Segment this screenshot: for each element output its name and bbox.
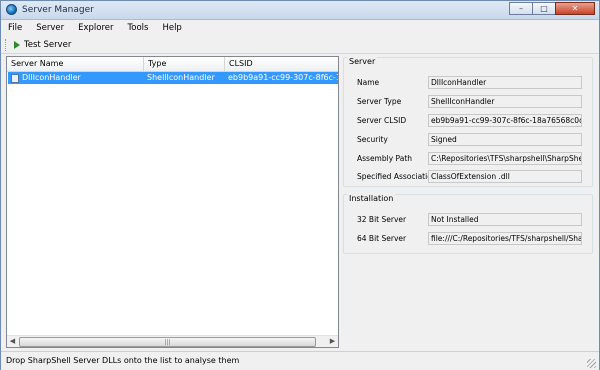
maximize-button[interactable]: □: [532, 2, 556, 15]
menu-help[interactable]: Help: [155, 23, 188, 33]
field-value[interactable]: ShellIconHandler: [428, 95, 582, 108]
server-manager-window: Server Manager – □ ✕ File Server Explore…: [0, 0, 600, 370]
field-label: Server CLSID: [357, 116, 407, 125]
field-64bit-server: 64 Bit Server file:///C:/Repositories/TF…: [344, 231, 592, 246]
field-32bit-server: 32 Bit Server Not Installed: [344, 212, 592, 227]
server-name-text: DllIconHandler: [22, 73, 81, 82]
play-icon: [14, 41, 20, 49]
field-label: Specified Associations: [357, 172, 441, 181]
menu-tools[interactable]: Tools: [121, 23, 156, 33]
field-value[interactable]: file:///C:/Repositories/TFS/sharpshell/S…: [428, 232, 582, 245]
grip-lines-icon: |||: [164, 339, 171, 346]
list-row-selected[interactable]: DllIconHandler ShellIconHandler eb9b9a91…: [8, 72, 338, 84]
cell-clsid: eb9b9a91-cc99-307c-8f6c-18a765: [228, 73, 338, 82]
window-controls: – □ ✕: [509, 2, 595, 16]
close-button[interactable]: ✕: [555, 2, 595, 15]
field-label: 64 Bit Server: [357, 234, 407, 243]
field-assembly-path: Assembly Path C:\Repositories\TFS\sharps…: [344, 151, 592, 166]
status-bar: Drop SharpShell Server DLLs onto the lis…: [1, 351, 599, 370]
field-server-type: Server Type ShellIconHandler: [344, 94, 592, 109]
scroll-right-icon[interactable]: ▶: [327, 336, 338, 347]
field-specified-associations: Specified Associations ClassOfExtension …: [344, 169, 592, 184]
cell-server-name: DllIconHandler: [8, 72, 144, 84]
installation-group: Installation 32 Bit Server Not Installed…: [343, 194, 593, 254]
horizontal-scrollbar[interactable]: ◀ ||| ▶: [7, 335, 338, 347]
scrollbar-thumb[interactable]: |||: [19, 337, 316, 347]
test-server-button[interactable]: Test Server: [14, 40, 71, 50]
column-header-type[interactable]: Type: [144, 57, 225, 71]
field-value[interactable]: ClassOfExtension .dll: [428, 170, 582, 183]
status-text: Drop SharpShell Server DLLs onto the lis…: [6, 356, 240, 365]
resize-grip-icon[interactable]: [587, 359, 596, 368]
field-server-clsid: Server CLSID eb9b9a91-cc99-307c-8f6c-18a…: [344, 113, 592, 128]
field-value[interactable]: DllIconHandler: [428, 76, 582, 89]
field-value[interactable]: C:\Repositories\TFS\sharpshell\SharpShel…: [428, 152, 582, 165]
minimize-button[interactable]: –: [509, 2, 533, 15]
field-value[interactable]: Not Installed: [428, 213, 582, 226]
title-bar[interactable]: Server Manager – □ ✕: [1, 1, 599, 20]
column-header-clsid[interactable]: CLSID: [225, 57, 338, 71]
window-title: Server Manager: [22, 5, 94, 15]
menu-server[interactable]: Server: [29, 23, 71, 33]
field-security: Security Signed: [344, 132, 592, 147]
toolbar-grip[interactable]: [5, 39, 9, 51]
server-details-group: Server Name DllIconHandler Server Type S…: [343, 57, 593, 187]
server-file-icon: [11, 73, 19, 83]
server-list[interactable]: Server Name Type CLSID DllIconHandler Sh…: [6, 56, 339, 348]
field-name: Name DllIconHandler: [344, 75, 592, 90]
field-label: Assembly Path: [357, 154, 413, 163]
cell-type: ShellIconHandler: [147, 73, 215, 82]
menu-file[interactable]: File: [1, 23, 29, 33]
scroll-left-icon[interactable]: ◀: [7, 336, 18, 347]
server-group-title: Server: [347, 57, 378, 66]
menu-bar: File Server Explorer Tools Help: [1, 20, 599, 36]
toolbar: Test Server: [1, 37, 599, 54]
field-value[interactable]: Signed: [428, 133, 582, 146]
column-header-server-name[interactable]: Server Name: [7, 57, 144, 71]
field-label: Server Type: [357, 97, 402, 106]
field-value[interactable]: eb9b9a91-cc99-307c-8f6c-18a76568c0db: [428, 114, 582, 127]
globe-icon: [6, 4, 17, 15]
field-label: Name: [357, 78, 380, 87]
field-label: 32 Bit Server: [357, 215, 407, 224]
list-header: Server Name Type CLSID: [7, 57, 338, 72]
installation-group-title: Installation: [347, 194, 396, 203]
menu-explorer[interactable]: Explorer: [71, 23, 120, 33]
field-label: Security: [357, 135, 388, 144]
test-server-label: Test Server: [24, 40, 72, 50]
